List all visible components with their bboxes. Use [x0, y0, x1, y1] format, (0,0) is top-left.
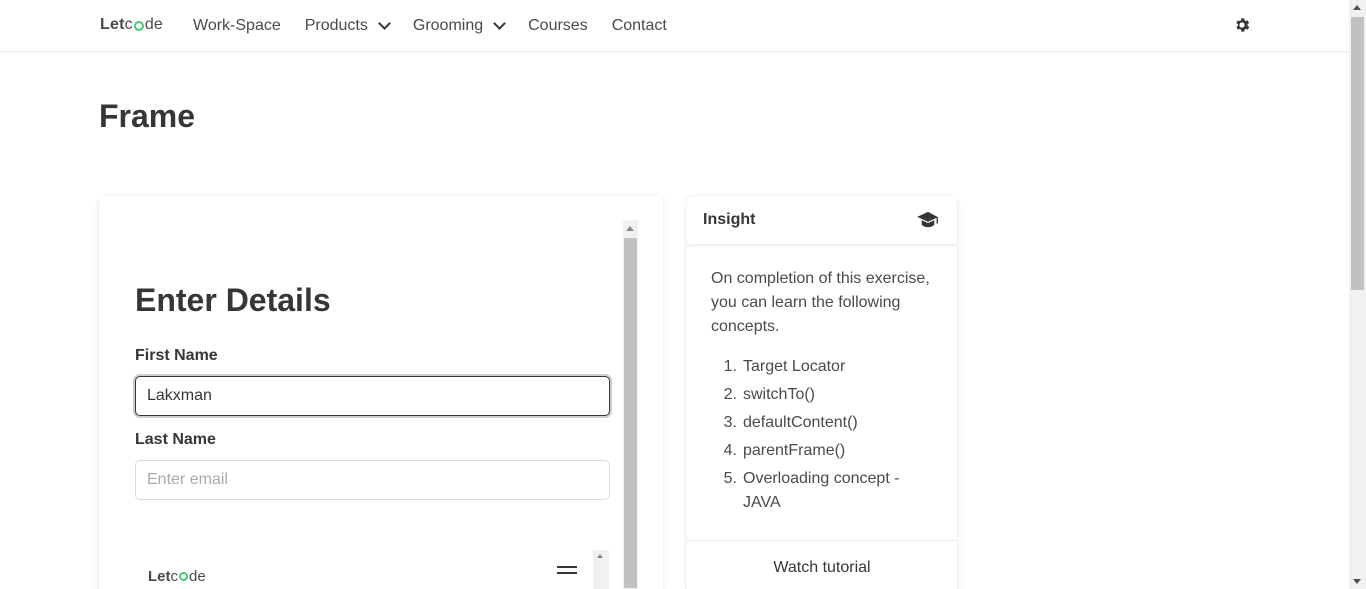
list-item-number: 2. [723, 386, 737, 403]
hamburger-icon[interactable] [557, 566, 577, 576]
first-name-label: First Name [135, 347, 218, 364]
concepts-list: 1. Target Locator 2. switchTo() 3. defaultC… [711, 355, 936, 519]
insight-header: Insight [687, 196, 957, 244]
nav-menu: Work-Space Products Grooming Courses Con… [181, 0, 679, 52]
nav-item-label: Courses [528, 17, 588, 34]
brand-co: c [125, 16, 145, 34]
inner-brand-de: de [189, 568, 206, 585]
nav-item-label: Grooming [412, 17, 484, 34]
list-item: 5. Overloading concept - JAVA [711, 467, 936, 515]
list-item: 3. defaultContent() [711, 411, 936, 435]
list-item-number: 5. [723, 470, 737, 487]
inner-brand-logo[interactable]: Let c de [148, 568, 206, 585]
scroll-up-icon[interactable] [1353, 5, 1361, 10]
brand-let: Let [100, 16, 125, 33]
chevron-down-icon [493, 16, 506, 30]
scrollbar-thumb[interactable] [1351, 17, 1364, 290]
scrollbar-thumb[interactable] [624, 238, 637, 588]
nav-item-courses[interactable]: Courses [516, 0, 600, 52]
inner-brand-ring-icon [179, 572, 188, 581]
gear-icon[interactable] [1233, 16, 1251, 34]
divider [687, 540, 957, 541]
inner-frame: Let c de [135, 546, 610, 589]
list-item: 1. Target Locator [711, 355, 936, 379]
page-scrollbar[interactable] [1349, 0, 1366, 589]
list-item-text: switchTo() [743, 386, 816, 403]
inner-brand-co: c [170, 568, 179, 585]
frame-scrollbar[interactable] [623, 220, 638, 589]
list-item-text: defaultContent() [743, 414, 858, 431]
nav-item-contact[interactable]: Contact [600, 0, 679, 52]
list-item-text: Target Locator [743, 358, 846, 375]
nav-item-products[interactable]: Products [293, 0, 401, 52]
graduation-cap-icon [917, 211, 938, 228]
scroll-down-icon[interactable] [1353, 579, 1361, 584]
navbar: Let c de Work-Space Products Grooming Co… [0, 0, 1349, 52]
insight-card: Insight On completion of this exercise, … [687, 196, 957, 589]
last-name-input[interactable] [135, 460, 610, 500]
brand-de: de [144, 16, 164, 33]
brand-ring-icon [133, 21, 144, 31]
list-item-number: 3. [723, 414, 737, 431]
nav-item-label: Work-Space [193, 17, 281, 34]
scroll-up-icon[interactable] [626, 226, 634, 231]
list-item-number: 4. [723, 442, 737, 459]
nav-item-label: Products [304, 17, 368, 34]
list-item: 2. switchTo() [711, 383, 936, 407]
last-name-label: Last Name [135, 431, 216, 448]
form-title: Enter Details [135, 282, 331, 318]
insight-intro: On completion of this exercise, you can … [711, 270, 930, 335]
scroll-up-icon[interactable] [597, 554, 603, 558]
list-item-text: Overloading concept - JAVA [743, 470, 900, 511]
insight-title: Insight [703, 211, 756, 228]
watch-tutorial-link[interactable]: Watch tutorial [687, 559, 957, 577]
nav-item-workspace[interactable]: Work-Space [181, 0, 293, 52]
nav-item-grooming[interactable]: Grooming [401, 0, 516, 52]
list-item-number: 1. [723, 358, 737, 375]
brand-logo[interactable]: Let c de [100, 16, 163, 34]
list-item: 4. parentFrame() [711, 439, 936, 463]
inner-brand-let: Let [148, 568, 171, 585]
list-item-text: parentFrame() [743, 442, 846, 459]
chevron-down-icon [378, 16, 391, 30]
frame-card: Enter Details First Name Last Name Let c… [99, 196, 663, 589]
inner-frame-scrollbar[interactable] [593, 550, 609, 589]
nav-item-label: Contact [611, 17, 667, 34]
first-name-input[interactable] [135, 376, 610, 416]
page-title: Frame [99, 98, 196, 134]
